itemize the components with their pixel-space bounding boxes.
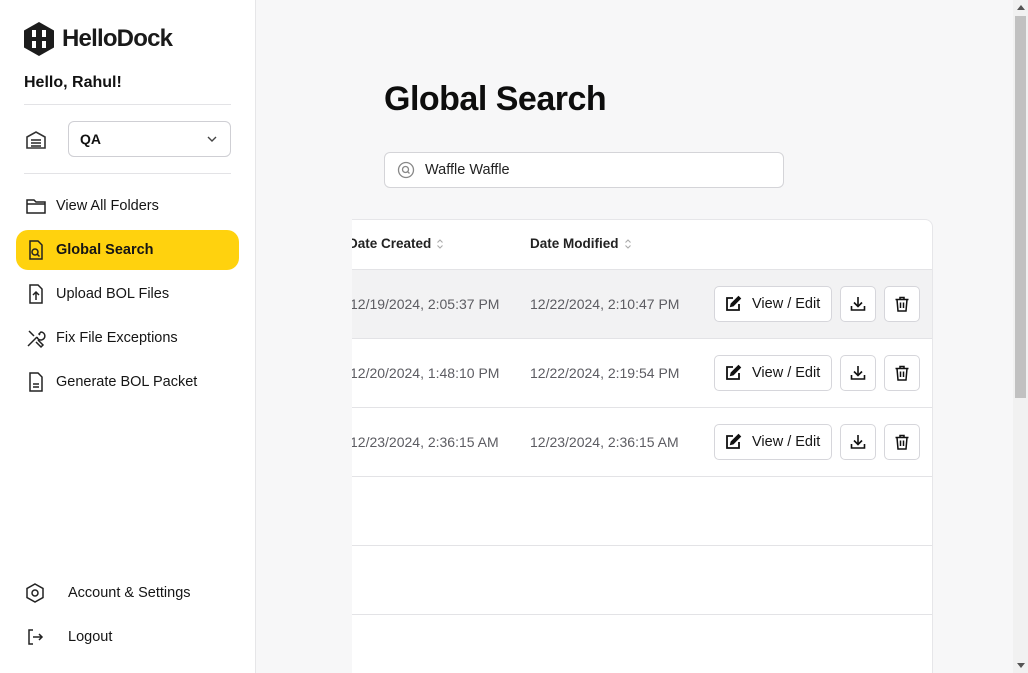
sort-icon — [437, 238, 444, 249]
nav-label: Fix File Exceptions — [56, 330, 178, 346]
document-search-icon — [29, 240, 43, 260]
greeting: Hello, Rahul! — [24, 74, 122, 91]
column-label: Date Modified — [530, 236, 619, 251]
date-created-cell: 12/20/2024, 1:48:10 PM — [352, 365, 500, 381]
nav-view-all-folders[interactable]: View All Folders — [16, 186, 239, 226]
logo[interactable]: HelloDock — [24, 22, 173, 56]
trash-icon — [895, 296, 909, 312]
results-table: Date Created Date Modified 12/19/2024, 2… — [352, 219, 933, 673]
edit-icon — [726, 433, 742, 449]
chevron-down-icon — [207, 136, 217, 142]
caret-down-icon — [1016, 663, 1025, 668]
nav-generate-bol-packet[interactable]: Generate BOL Packet — [16, 362, 239, 402]
edit-icon — [726, 364, 742, 380]
date-modified-cell: 12/22/2024, 2:10:47 PM — [530, 296, 680, 312]
delete-button[interactable] — [884, 355, 920, 391]
table-row[interactable]: 12/23/2024, 2:36:15 AM 12/23/2024, 2:36:… — [352, 408, 932, 477]
date-created-cell: 12/19/2024, 2:05:37 PM — [352, 296, 500, 312]
delete-button[interactable] — [884, 424, 920, 460]
table-row[interactable]: 12/20/2024, 1:48:10 PM 12/22/2024, 2:19:… — [352, 339, 932, 408]
view-edit-label: View / Edit — [752, 434, 821, 450]
date-modified-cell: 12/22/2024, 2:19:54 PM — [530, 365, 680, 381]
table-header: Date Created Date Modified — [352, 220, 932, 270]
view-edit-button[interactable]: View / Edit — [714, 355, 832, 391]
delete-button[interactable] — [884, 286, 920, 322]
download-button[interactable] — [840, 424, 876, 460]
download-button[interactable] — [840, 355, 876, 391]
nav-label: Upload BOL Files — [56, 286, 170, 302]
account-settings-label: Account & Settings — [68, 585, 191, 601]
workspace-select[interactable]: QA — [68, 121, 231, 157]
download-icon — [850, 435, 866, 449]
tools-icon — [27, 330, 46, 349]
trash-icon — [895, 365, 909, 381]
view-edit-label: View / Edit — [752, 365, 821, 381]
sort-icon — [624, 238, 631, 249]
table-row[interactable]: 12/19/2024, 2:05:37 PM 12/22/2024, 2:10:… — [352, 270, 932, 339]
view-edit-button[interactable]: View / Edit — [714, 424, 832, 460]
download-button[interactable] — [840, 286, 876, 322]
scrollbar-thumb[interactable] — [1015, 16, 1026, 398]
nav-label: Global Search — [56, 242, 154, 258]
brand-name: HelloDock — [62, 25, 173, 52]
page-title: Global Search — [384, 80, 607, 118]
download-icon — [850, 366, 866, 380]
trash-icon — [895, 434, 909, 450]
folder-icon — [26, 199, 46, 214]
nav-upload-bol-files[interactable]: Upload BOL Files — [16, 274, 239, 314]
document-icon — [29, 372, 43, 392]
scroll-down-arrow[interactable] — [1013, 658, 1028, 673]
workspace-value: QA — [80, 131, 101, 147]
date-modified-cell: 12/23/2024, 2:36:15 AM — [530, 434, 679, 450]
divider — [24, 173, 231, 174]
date-created-cell: 12/23/2024, 2:36:15 AM — [352, 434, 499, 450]
gear-icon — [26, 583, 44, 603]
divider — [24, 104, 231, 105]
empty-table-row — [352, 477, 932, 546]
column-header-date-modified[interactable]: Date Modified — [530, 236, 632, 251]
column-label: Date Created — [352, 236, 432, 251]
upload-file-icon — [29, 284, 43, 304]
global-search-box[interactable] — [384, 152, 784, 188]
nav-label: View All Folders — [56, 198, 159, 214]
column-header-date-created[interactable]: Date Created — [352, 236, 444, 251]
scroll-up-arrow[interactable] — [1013, 0, 1028, 15]
hellodock-logo-icon — [24, 22, 54, 56]
download-icon — [850, 297, 866, 311]
caret-up-icon — [1016, 5, 1025, 10]
page-scrollbar[interactable] — [1013, 0, 1028, 673]
warehouse-icon — [26, 131, 46, 149]
view-edit-label: View / Edit — [752, 296, 821, 312]
search-icon — [397, 161, 415, 179]
logout-link[interactable]: Logout — [24, 622, 112, 652]
search-input[interactable] — [425, 162, 755, 178]
sidebar: HelloDock Hello, Rahul! QA View All Fold… — [0, 0, 256, 673]
edit-icon — [726, 295, 742, 311]
empty-table-row — [352, 546, 932, 615]
nav-label: Generate BOL Packet — [56, 374, 198, 390]
view-edit-button[interactable]: View / Edit — [714, 286, 832, 322]
nav-fix-file-exceptions[interactable]: Fix File Exceptions — [16, 318, 239, 358]
account-settings-link[interactable]: Account & Settings — [24, 578, 191, 608]
logout-label: Logout — [68, 629, 113, 645]
logout-icon — [28, 629, 44, 645]
nav-global-search[interactable]: Global Search — [16, 230, 239, 270]
